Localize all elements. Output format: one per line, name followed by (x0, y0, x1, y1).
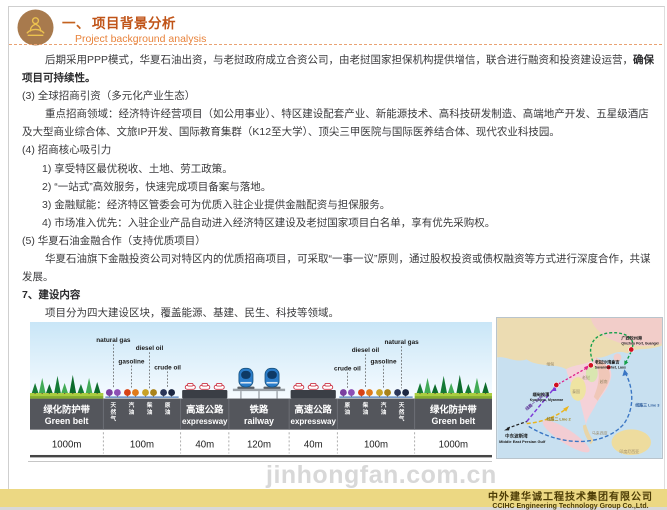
list-item-2: 2) “一站式”高效服务，快速完成项目备案与落地。 (9, 178, 659, 196)
band-label-en: railway (244, 416, 274, 426)
pipe-label-cn: 汽油 (381, 401, 387, 416)
pipe-dot (394, 389, 401, 396)
measurement-label: 1000m (52, 439, 81, 450)
pipe-dot (402, 389, 409, 396)
pipe-dot (124, 389, 131, 396)
page-title-block: 一、项目背景分析 Project background analysis (62, 12, 206, 45)
pipe-dot (366, 389, 373, 396)
pipe-dot (132, 389, 139, 396)
pipe-label-en: diesel oil (136, 345, 164, 352)
paragraph-ppp: 后期采用PPP模式，华夏石油出资，与老挝政府成立合资公司，由老挝国家担保机构提供… (9, 51, 659, 87)
map-label-thailand: 泰国 (572, 389, 580, 394)
pipe-label-cn: 汽油 (129, 401, 135, 416)
footer-company: 中外建华诚工程技术集团有限公司 CCIHC Engineering Techno… (488, 488, 653, 510)
header-divider (9, 44, 662, 45)
pipe-dot (160, 389, 167, 396)
list-item-1: 1) 享受特区最优税收、土地、劳工政策。 (9, 160, 659, 178)
map-label-savannakhet-cn: 老挝沙湾拿吉 (594, 358, 620, 364)
pipe-dot (358, 389, 365, 396)
pipe-label-cn: 天然气 (110, 402, 117, 422)
pipe-label-en: natural gas (385, 339, 420, 346)
pipe-dot (142, 389, 149, 396)
band-label-cn: 绿化防护带 (43, 404, 90, 415)
band-label-en: Green belt (45, 416, 89, 426)
watermark: jinhongfan.com.cn (266, 461, 497, 490)
measurement-label: 100m (130, 439, 154, 450)
map-label-qinzhou-cn: 广西钦州港 (621, 335, 643, 341)
section-3-heading: (3) 全球招商引资（多元化产业生态） (9, 87, 659, 105)
section-7-heading: 7、建设内容 (9, 286, 659, 304)
footer-company-en: CCIHC Engineering Technology Group Co.,L… (488, 503, 653, 510)
list-item-3: 3) 金融赋能：经济特区管委会可为优质入驻企业提供金融配资与担保服务。 (9, 196, 659, 214)
band-label-cn: 高速公路 (186, 404, 224, 415)
pipe-dot (150, 389, 157, 396)
map-label-vietnam: 越南 (600, 379, 608, 384)
pipe-label-cn: 天然气 (398, 402, 405, 422)
southeast-asia-route-map: 中东波斯湾 Middle East Persian Gulf 缅甸皎漂 Kyau… (496, 317, 663, 459)
band-label-en: expressway (290, 417, 336, 426)
map-label-line2: 线路二 Line 2 (546, 417, 571, 422)
pipe-label-en: diesel oil (352, 347, 380, 354)
paragraph-finance-coop: 华夏石油旗下金融投资公司对特区内的优质招商项目，可采取“一事一议”原则，通过股权… (9, 250, 659, 286)
title-number: 一、 (62, 16, 90, 31)
pipe-dot (340, 389, 347, 396)
pipe-dot (168, 389, 175, 396)
pipe-label-cn: 柴油 (362, 401, 369, 416)
measurement-label: 120m (247, 439, 271, 450)
section-4-heading: (4) 招商核心吸引力 (9, 141, 659, 159)
pipe-dot (106, 389, 113, 396)
map-label-myanmar: 缅甸 (546, 361, 554, 366)
body-text: 后期采用PPP模式，华夏石油出资，与老挝政府成立合资公司，由老挝国家担保机构提供… (9, 51, 659, 322)
company-logo-icon (17, 9, 54, 46)
measurement-label: 1000m (439, 439, 468, 450)
measurement-label: 40m (304, 439, 323, 450)
band-label-cn: 铁路 (250, 404, 269, 415)
band-label-cn: 高速公路 (295, 404, 333, 415)
list-item-4: 4) 市场准入优先：入驻企业产品自动进入经济特区建设及老挝国家项目白名单，享有优… (9, 214, 659, 232)
pipe-dot (114, 389, 121, 396)
measurement-label: 40m (195, 439, 214, 450)
pipe-dot (348, 389, 355, 396)
map-label-indonesia: 印度尼西亚 (619, 449, 639, 454)
pipe-label-en: natural gas (96, 337, 131, 344)
map-label-line3: 线路三 Line 3 (635, 403, 660, 408)
map-label-qinzhou-en: Qinzhou Port, Guangxi (621, 342, 658, 346)
map-label-malaysia: 马来西亚 (592, 430, 608, 435)
map-label-laos: 老挝 (582, 375, 590, 380)
pipe-label-en: crude oil (334, 365, 361, 372)
pipe-label-cn: 柴油 (146, 401, 153, 416)
footer-company-cn: 中外建华诚工程技术集团有限公司 (488, 488, 653, 503)
measurement-label: 100m (364, 439, 388, 450)
pipe-label-cn: 原油 (345, 401, 351, 416)
pipe-dot (384, 389, 391, 396)
band-label-en: expressway (182, 417, 228, 426)
diagram-bottom-line (30, 455, 492, 457)
infrastructure-cross-section-diagram: 绿化防护带Green belt1000mnatural gas天然气gasoli… (30, 322, 492, 459)
pipe-dot (376, 389, 383, 396)
page-title: 一、项目背景分析 (62, 12, 206, 32)
band-label-en: Green belt (431, 416, 475, 426)
section-5-heading: (5) 华夏石油金融合作（支持优质项目） (9, 232, 659, 250)
pipe-label-cn: 原油 (165, 401, 171, 416)
paragraph-investment-fields: 重点招商领域：经济特许经营项目（如公用事业）、特区建设配套产业、新能源技术、高科… (9, 105, 659, 141)
band-label-cn: 绿化防护带 (430, 404, 477, 415)
pipe-label-en: gasoline (371, 358, 397, 365)
map-label-savannakhet-en: Savannakhet, Laos (595, 365, 626, 369)
pipe-label-en: gasoline (118, 358, 144, 365)
diagram-sky (30, 322, 492, 399)
map-label-persian-gulf-en: Middle East Persian Gulf (499, 439, 546, 444)
pipe-label-en: crude oil (154, 364, 181, 371)
